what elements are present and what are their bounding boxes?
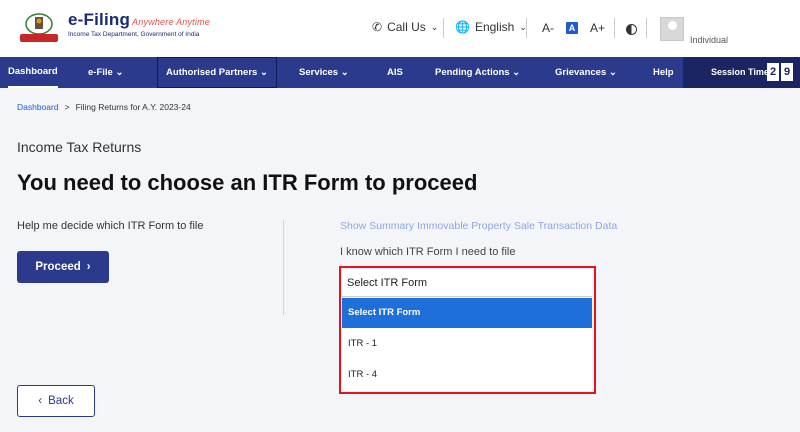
summary-property-link[interactable]: Show Summary Immovable Property Sale Tra…	[340, 220, 617, 232]
chevron-down-icon: ⌄	[340, 67, 349, 78]
header-divider	[443, 18, 444, 38]
main-nav: Dashboard e-File ⌄ Authorised Partners ⌄…	[0, 57, 800, 88]
logo-subtitle: Income Tax Department, Government of Ind…	[68, 31, 200, 38]
font-increase-button[interactable]: A+	[590, 21, 605, 35]
section-title: Income Tax Returns	[17, 139, 142, 155]
nav-authorised-partners[interactable]: Authorised Partners ⌄	[157, 57, 277, 88]
breadcrumb-dashboard-link[interactable]: Dashboard	[17, 102, 59, 112]
know-itr-text: I know which ITR Form I need to file	[340, 246, 516, 258]
chevron-down-icon: ⌄	[512, 67, 521, 78]
nav-grievances-label: Grievances	[555, 67, 607, 78]
nav-pending-actions[interactable]: Pending Actions ⌄	[435, 57, 520, 88]
session-timer: Session Time 2 9	[683, 57, 800, 88]
breadcrumb-separator: >	[64, 102, 70, 112]
proceed-button[interactable]: Proceed ›	[17, 251, 109, 283]
session-time-label: Session Time	[711, 67, 769, 77]
language-dropdown[interactable]: 🌐 English ⌄	[455, 20, 527, 34]
nav-help[interactable]: Help	[653, 57, 674, 88]
help-decide-text: Help me decide which ITR Form to file	[17, 220, 204, 232]
user-type-label: Individual	[690, 35, 729, 45]
highlight-box	[339, 266, 596, 394]
nav-authorised-partners-label: Authorised Partners	[166, 67, 258, 78]
session-digit: 9	[781, 63, 793, 81]
chevron-right-icon: ›	[86, 261, 91, 273]
session-digit: 2	[767, 63, 779, 81]
emblem-logo-icon[interactable]	[16, 12, 62, 44]
language-label: English	[474, 20, 515, 34]
call-us-dropdown[interactable]: ✆ Call Us ⌄	[372, 20, 438, 34]
breadcrumb-current: Filing Returns for A.Y. 2023-24	[75, 102, 191, 112]
top-header: e-Filing Anywhere Anytime Income Tax Depa…	[0, 0, 800, 57]
chevron-left-icon: ‹	[38, 395, 43, 407]
logo-tagline: Anywhere Anytime	[132, 17, 210, 27]
avatar[interactable]	[660, 17, 684, 41]
contrast-toggle-icon[interactable]	[626, 24, 637, 35]
nav-services[interactable]: Services ⌄	[299, 57, 349, 88]
chevron-down-icon: ⌄	[608, 67, 617, 78]
nav-efile-label: e-File	[88, 67, 113, 78]
breadcrumb: Dashboard > Filing Returns for A.Y. 2023…	[17, 102, 191, 112]
back-button[interactable]: ‹ Back	[17, 385, 95, 417]
proceed-label: Proceed	[35, 261, 81, 273]
call-us-label: Call Us	[387, 20, 426, 34]
logo-title: e-Filing	[68, 10, 131, 29]
nav-dashboard[interactable]: Dashboard	[8, 57, 58, 88]
font-normal-button[interactable]: A	[566, 22, 578, 34]
header-divider	[646, 18, 647, 38]
phone-icon: ✆	[372, 20, 383, 34]
back-label: Back	[48, 395, 74, 407]
page-title: You need to choose an ITR Form to procee…	[17, 170, 478, 195]
globe-icon: 🌐	[455, 20, 470, 34]
nav-services-label: Services	[299, 67, 339, 78]
logo-text[interactable]: e-Filing Anywhere Anytime Income Tax Depa…	[68, 10, 210, 38]
header-divider	[526, 18, 527, 38]
header-divider	[614, 18, 615, 38]
font-decrease-button[interactable]: A-	[542, 21, 554, 35]
chevron-down-icon: ⌄	[430, 21, 439, 32]
chevron-down-icon: ⌄	[259, 67, 268, 78]
chevron-down-icon: ⌄	[115, 67, 124, 78]
nav-ais[interactable]: AIS	[387, 57, 403, 88]
column-divider	[283, 220, 284, 315]
nav-efile[interactable]: e-File ⌄	[88, 57, 123, 88]
nav-grievances[interactable]: Grievances ⌄	[555, 57, 617, 88]
nav-pending-actions-label: Pending Actions	[435, 67, 510, 78]
